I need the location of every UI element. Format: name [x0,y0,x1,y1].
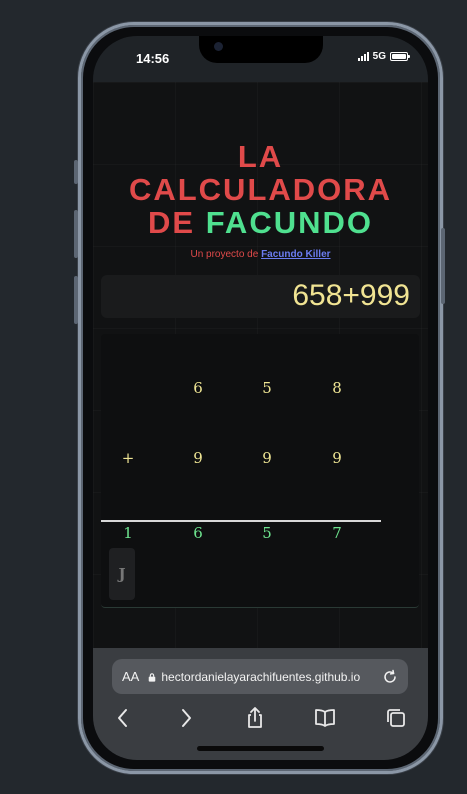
row2-digit: 9 [262,449,272,467]
row1-digit: 6 [193,379,203,397]
row1-digit: 8 [332,379,342,397]
title-de: DE [148,205,196,240]
tabs-icon[interactable] [384,706,408,730]
url-text: hectordanielayarachifuentes.github.io [161,669,361,684]
row1-digit: 5 [262,379,272,397]
subtitle: Un proyecto de Facundo Killer [93,249,428,260]
volume-down-button [74,276,78,324]
j-button[interactable]: J [109,548,135,600]
status-time: 14:56 [136,51,170,66]
row2-operator: + [121,449,135,467]
back-icon[interactable] [111,706,135,730]
bookmarks-icon[interactable] [313,706,337,730]
battery-icon [390,52,410,61]
network-label: 5G [372,51,386,62]
title-line-2: CALCULADORA [128,172,393,207]
title-name: FACUNDO [205,205,373,240]
mute-switch [74,160,78,184]
result-digit: 5 [262,524,272,542]
title-line-3: DE FACUNDO [93,206,428,239]
phone-screen: 14:56 5G LA CALCULADORA DE FACUNDO Un pr… [93,36,428,760]
status-indicators: 5G [357,51,410,62]
page-content: LA CALCULADORA DE FACUNDO Un proyecto de… [93,82,428,648]
browser-toolbar [93,706,428,736]
status-bar: 14:56 5G [93,36,428,82]
forward-icon[interactable] [174,706,198,730]
author-link[interactable]: Facundo Killer [261,249,330,260]
reader-aa-button[interactable]: AA [122,669,139,684]
lock-icon [149,673,156,682]
title-line-1: LA [237,139,284,174]
notch [199,36,323,63]
sum-board: 6 5 8 + 9 9 9 1 6 5 7 J [101,334,419,608]
result-digit: 1 [123,524,133,542]
subtitle-prefix: Un proyecto de [190,249,259,260]
sum-divider [101,520,381,522]
display-expression: 658+999 [292,279,410,312]
share-icon[interactable] [243,706,267,730]
result-digit: 6 [193,524,203,542]
page-title: LA CALCULADORA DE FACUNDO [93,140,428,239]
camera-icon [214,42,223,51]
browser-chrome: AA hectordanielayarachifuentes.github.io [93,648,428,760]
home-indicator [197,746,324,751]
reload-icon[interactable] [382,669,398,685]
calculator-display: 658+999 [101,275,420,318]
signal-icon [357,52,369,61]
volume-up-button [74,210,78,258]
row2-digit: 9 [332,449,342,467]
address-bar[interactable]: AA hectordanielayarachifuentes.github.io [112,659,408,694]
power-button [441,228,445,304]
result-digit: 7 [332,524,342,542]
row2-digit: 9 [193,449,203,467]
